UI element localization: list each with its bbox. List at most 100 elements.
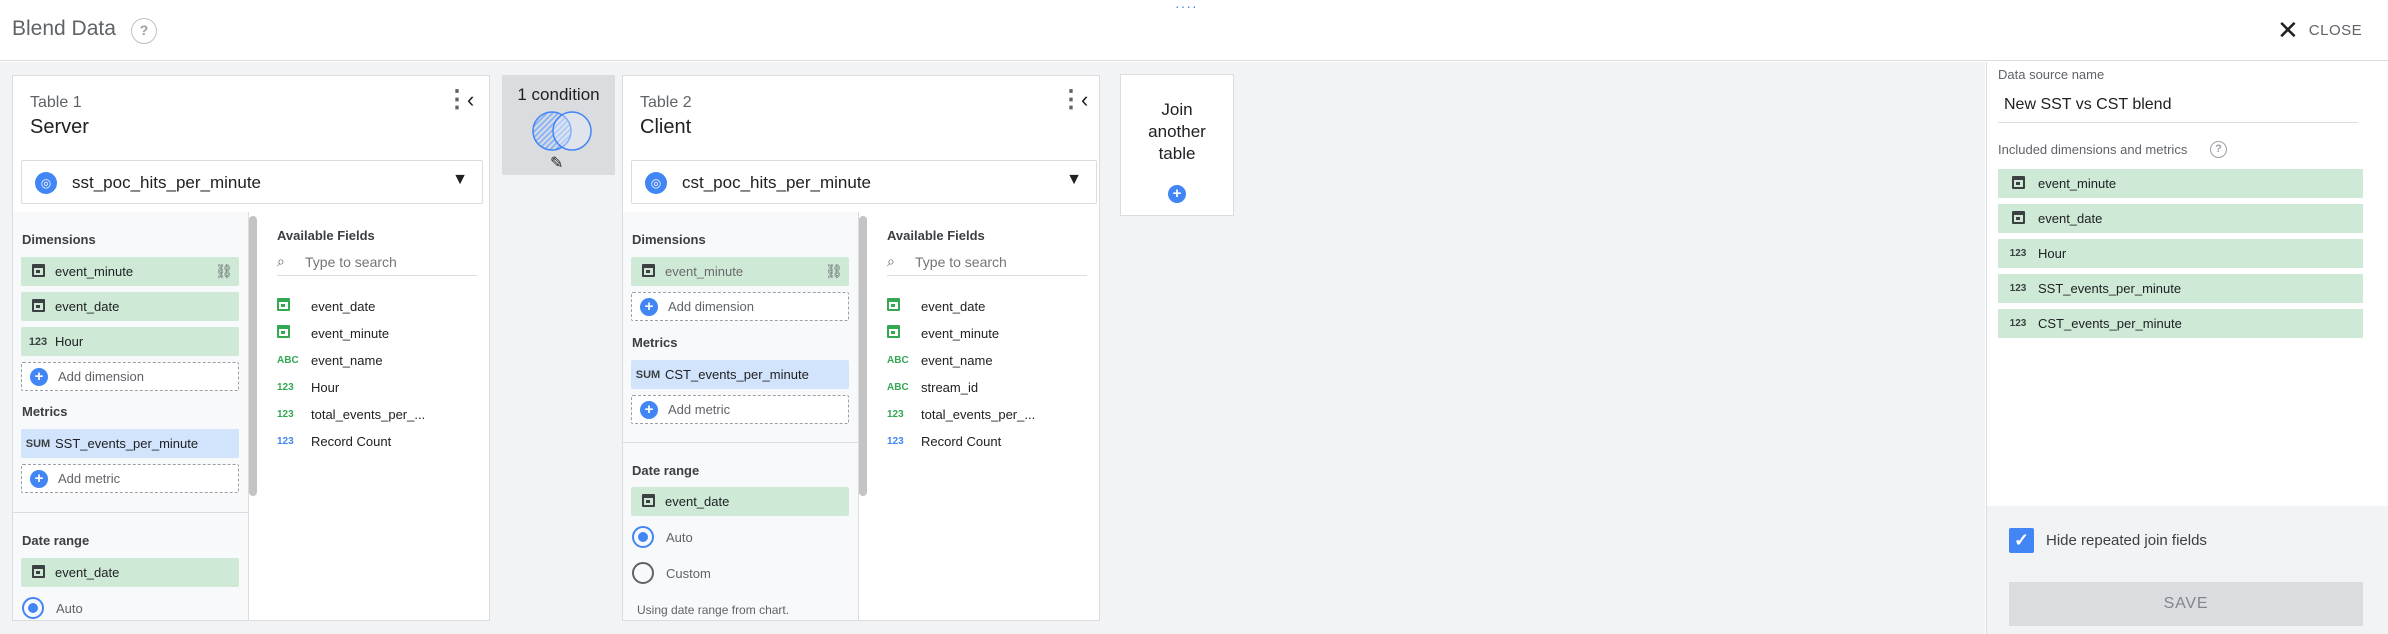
section-divider	[623, 442, 859, 443]
data-source-name-label: Data source name	[1998, 67, 2105, 82]
add-metric-label: Add metric	[58, 471, 121, 486]
field-item[interactable]: 123 total_events_per_...	[887, 404, 1035, 424]
data-source-select[interactable]: ◎ cst_poc_hits_per_minute ▼	[631, 160, 1097, 204]
radio-label: Custom	[666, 565, 711, 581]
metric-chip[interactable]: SUM CST_events_per_minute	[631, 360, 849, 389]
configured-fields: Dimensions event_minute ⛓ event_date 123…	[13, 212, 249, 620]
field-label: Hour	[311, 379, 340, 395]
chevron-left-icon[interactable]: ‹	[467, 88, 474, 112]
hide-repeated-label[interactable]: Hide repeated join fields	[2046, 532, 2207, 549]
scrollbar[interactable]	[859, 216, 867, 496]
chip-label: event_minute	[55, 264, 134, 279]
more-vert-icon[interactable]: ⋮	[445, 88, 469, 112]
field-item[interactable]: 123 Hour	[277, 377, 339, 397]
dimensions-title: Dimensions	[22, 232, 96, 247]
add-dimension-button[interactable]: + Add dimension	[21, 362, 239, 391]
number-type-icon: 123	[2009, 283, 2027, 294]
scrollbar[interactable]	[249, 216, 257, 496]
field-item[interactable]: 123 Record Count	[887, 431, 1001, 451]
join-another-line: another	[1148, 122, 1206, 141]
data-source-name-field[interactable]: New SST vs CST blend	[2004, 96, 2171, 114]
join-conditions-button[interactable]: 1 condition ✎	[502, 75, 615, 175]
radio-unselected-icon	[632, 562, 654, 584]
field-item[interactable]: ABC stream_id	[887, 377, 978, 397]
field-label: event_minute	[311, 325, 390, 341]
pencil-icon: ✎	[550, 155, 564, 172]
table-name[interactable]: Client	[640, 116, 691, 139]
number-type-icon: 123	[28, 335, 48, 348]
chip-label: event_date	[55, 299, 120, 314]
radio-auto[interactable]: Auto	[22, 597, 83, 619]
number-type-icon: 123	[887, 408, 904, 420]
add-metric-button[interactable]: + Add metric	[21, 464, 239, 493]
available-fields-title: Available Fields	[277, 228, 375, 243]
chip-label: CST_events_per_minute	[665, 367, 809, 382]
field-label: total_events_per_...	[311, 406, 426, 422]
available-fields: Available Fields ⌕ event_date event_minu…	[869, 212, 1099, 620]
field-item[interactable]: 123 total_events_per_...	[277, 404, 425, 424]
number-type-icon: 123	[277, 381, 294, 393]
table-card-header: Table 2 Client ⋮ ‹ ◎ cst_poc_hits_per_mi…	[623, 76, 1099, 212]
dialog-title: Blend Data	[12, 17, 116, 40]
dimension-chip[interactable]: event_minute ⛓	[631, 257, 849, 286]
add-metric-button[interactable]: + Add metric	[631, 395, 849, 424]
plus-circle-icon: +	[640, 297, 658, 316]
blend-canvas: Table 1 Server ⋮ ‹ ◎ sst_poc_hits_per_mi…	[0, 62, 1985, 634]
plus-circle-icon: +	[1168, 185, 1186, 203]
radio-custom[interactable]: Custom	[632, 562, 711, 584]
close-label: CLOSE	[2308, 21, 2363, 39]
available-fields-title: Available Fields	[887, 228, 985, 243]
configured-fields: Dimensions event_minute ⛓ + Add dimensio…	[623, 212, 859, 620]
close-button[interactable]: ✕ CLOSE	[2277, 15, 2363, 45]
dimension-chip[interactable]: 123 Hour	[21, 327, 239, 356]
chevron-left-icon[interactable]: ‹	[1081, 88, 1088, 112]
table-number: Table 1	[30, 94, 82, 111]
field-item[interactable]: event_minute	[887, 323, 999, 343]
chip-label: event_date	[665, 494, 730, 509]
add-dimension-label: Add dimension	[668, 299, 754, 314]
save-button[interactable]: SAVE	[2009, 582, 2363, 626]
help-icon[interactable]: ?	[131, 18, 157, 44]
metric-chip[interactable]: SUM SST_events_per_minute	[21, 429, 239, 458]
date-range-note: Using date range from chart.	[637, 603, 790, 617]
field-item[interactable]: ABC event_name	[277, 350, 383, 370]
available-fields: Available Fields ⌕ event_date event_minu…	[259, 212, 489, 620]
table-name[interactable]: Server	[30, 116, 89, 139]
close-icon: ✕	[2277, 15, 2299, 45]
calendar-icon	[1998, 210, 2038, 227]
hide-repeated-checkbox[interactable]: ✓	[2009, 528, 2034, 553]
more-vert-icon[interactable]: ⋮	[1059, 88, 1083, 112]
aggregation-type-icon: SUM	[25, 437, 51, 450]
chip-label: event_date	[2038, 211, 2103, 226]
radio-auto[interactable]: Auto	[632, 526, 693, 548]
join-another-table-button[interactable]: Join another table +	[1120, 74, 1234, 216]
text-type-icon: ABC	[887, 354, 909, 366]
included-field-chip: 123 SST_events_per_minute	[1998, 274, 2363, 303]
calendar-icon	[631, 493, 665, 510]
help-icon[interactable]: ?	[2210, 141, 2227, 158]
add-dimension-button[interactable]: + Add dimension	[631, 292, 849, 321]
data-source-select[interactable]: ◎ sst_poc_hits_per_minute ▼	[21, 160, 483, 204]
plus-circle-icon: +	[30, 469, 48, 488]
bigquery-icon: ◎	[645, 172, 667, 194]
field-item[interactable]: event_minute	[277, 323, 389, 343]
field-item[interactable]: event_date	[887, 296, 985, 316]
section-divider	[13, 512, 249, 513]
dimension-chip[interactable]: event_minute ⛓	[21, 257, 239, 286]
add-metric-label: Add metric	[668, 402, 731, 417]
add-dimension-label: Add dimension	[58, 369, 144, 384]
search-input[interactable]	[305, 253, 475, 270]
search-input[interactable]	[915, 253, 1085, 270]
number-type-icon: 123	[2009, 248, 2027, 259]
included-field-chip: event_minute	[1998, 169, 2363, 198]
drag-handle-icon[interactable]: ····	[1175, 0, 1198, 13]
field-item[interactable]: ABC event_name	[887, 350, 993, 370]
date-range-chip[interactable]: event_date	[21, 558, 239, 587]
field-search: ⌕	[277, 248, 477, 276]
date-range-chip[interactable]: event_date	[631, 487, 849, 516]
included-field-chip: event_date	[1998, 204, 2363, 233]
dimension-chip[interactable]: event_date	[21, 292, 239, 321]
field-item[interactable]: 123 Record Count	[277, 431, 391, 451]
field-item[interactable]: event_date	[277, 296, 375, 316]
field-label: event_date	[921, 298, 986, 314]
